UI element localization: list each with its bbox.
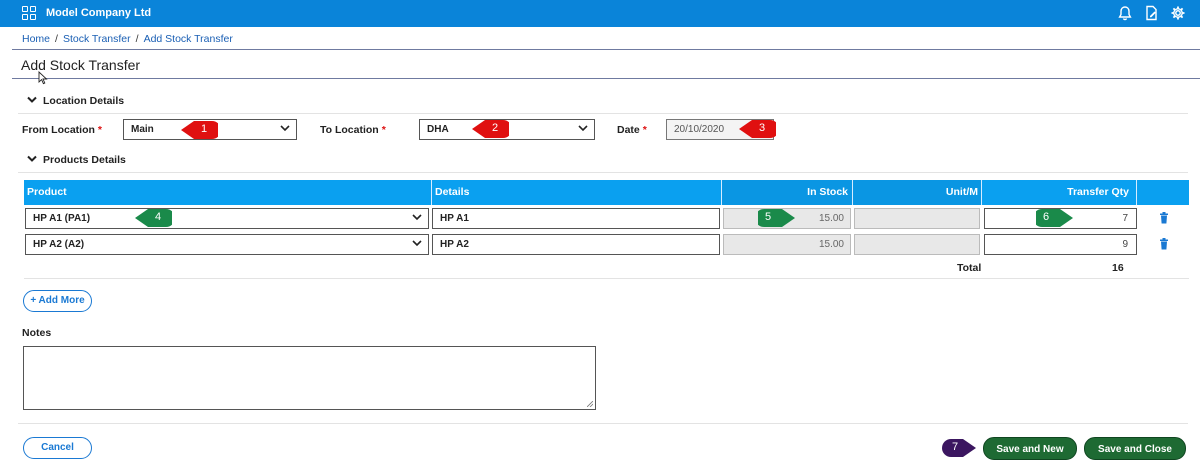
from-location-label: From Location *: [22, 124, 103, 136]
in-stock-row-2: 15.00: [723, 234, 851, 255]
breadcrumb-stock-transfer[interactable]: Stock Transfer: [63, 33, 131, 45]
date-label-text: Date: [617, 124, 640, 136]
marker-7: 7: [939, 437, 977, 459]
breadcrumb-current[interactable]: Add Stock Transfer: [144, 33, 233, 45]
total-value: 16: [1112, 262, 1124, 274]
date-label: Date *: [617, 124, 647, 136]
to-location-label: To Location *: [320, 124, 386, 136]
document-pen-icon[interactable]: [1144, 5, 1160, 21]
divider: [18, 172, 1188, 173]
from-location-value: Main: [131, 124, 154, 135]
marker-label: 6: [1042, 211, 1050, 223]
apps-grid-icon[interactable]: [22, 6, 36, 20]
marker-label: 4: [154, 211, 162, 223]
column-header-unit: Unit/M: [853, 180, 981, 205]
marker-label: 2: [491, 122, 499, 134]
chevron-down-icon: [578, 125, 588, 132]
divider: [24, 278, 1189, 279]
product-value: HP A1 (PA1): [33, 213, 91, 224]
marker-6: 6: [1033, 207, 1074, 229]
gear-icon[interactable]: [1170, 5, 1186, 21]
product-value: HP A2 (A2): [33, 239, 85, 250]
chevron-down-icon: [27, 96, 37, 103]
breadcrumb-home[interactable]: Home: [22, 33, 50, 45]
divider: [18, 423, 1188, 424]
breadcrumb-separator: /: [55, 33, 58, 45]
cancel-button[interactable]: Cancel: [23, 437, 92, 459]
save-and-close-button[interactable]: Save and Close: [1084, 437, 1186, 460]
breadcrumb: Home / Stock Transfer / Add Stock Transfer: [22, 33, 233, 45]
marker-label: 5: [764, 211, 772, 223]
marker-1: 1: [180, 119, 221, 141]
products-table-header: Product Details In Stock Unit/M Transfer…: [24, 180, 1189, 205]
products-details-header[interactable]: Products Details: [27, 154, 126, 166]
details-input-row-1[interactable]: HP A1: [432, 208, 720, 229]
marker-label: 3: [758, 122, 766, 134]
column-header-in-stock: In Stock: [722, 180, 852, 205]
date-value: 20/10/2020: [674, 124, 725, 135]
total-label: Total: [957, 262, 982, 274]
column-separator: [1136, 180, 1137, 205]
breadcrumb-separator: /: [135, 33, 139, 45]
marker-label: 7: [951, 441, 959, 453]
add-more-button[interactable]: + Add More: [23, 290, 92, 312]
to-location-label-text: To Location: [320, 124, 379, 136]
marker-4: 4: [134, 207, 175, 229]
marker-2: 2: [471, 118, 512, 140]
from-location-label-text: From Location: [22, 124, 95, 136]
product-select-row-1[interactable]: HP A1 (PA1): [25, 208, 429, 229]
chevron-down-icon: [412, 240, 422, 247]
details-input-row-2[interactable]: HP A2: [432, 234, 720, 255]
to-location-value: DHA: [427, 124, 449, 135]
column-header-product: Product: [27, 186, 67, 198]
notes-textarea[interactable]: [23, 346, 596, 410]
marker-label: 1: [200, 123, 208, 135]
chevron-down-icon: [27, 155, 37, 162]
trash-icon[interactable]: [1159, 212, 1169, 224]
divider: [18, 113, 1188, 114]
trash-icon[interactable]: [1159, 238, 1169, 250]
resize-handle-icon[interactable]: [587, 401, 593, 407]
location-details-title: Location Details: [43, 95, 125, 107]
marker-3: 3: [738, 118, 779, 140]
column-header-transfer-qty: Transfer Qty: [1067, 186, 1129, 198]
marker-5: 5: [755, 207, 796, 229]
mouse-cursor-icon: [38, 71, 48, 85]
chevron-down-icon: [412, 214, 422, 221]
company-name: Model Company Ltd: [46, 7, 152, 19]
top-bar: Model Company Ltd: [0, 0, 1200, 27]
location-details-header[interactable]: Location Details: [27, 95, 124, 107]
unit-row-1: [854, 208, 980, 229]
product-select-row-2[interactable]: HP A2 (A2): [25, 234, 429, 255]
transfer-qty-input-row-2[interactable]: 9: [984, 234, 1137, 255]
products-details-title: Products Details: [43, 154, 126, 166]
bell-icon[interactable]: [1117, 5, 1133, 21]
column-header-details: Details: [435, 186, 470, 198]
notes-label: Notes: [22, 327, 52, 339]
chevron-down-icon: [280, 125, 290, 132]
page-title-bar: Add Stock Transfer: [12, 49, 1200, 79]
save-and-new-button[interactable]: Save and New: [983, 437, 1077, 460]
unit-row-2: [854, 234, 980, 255]
column-separator: [431, 180, 432, 205]
